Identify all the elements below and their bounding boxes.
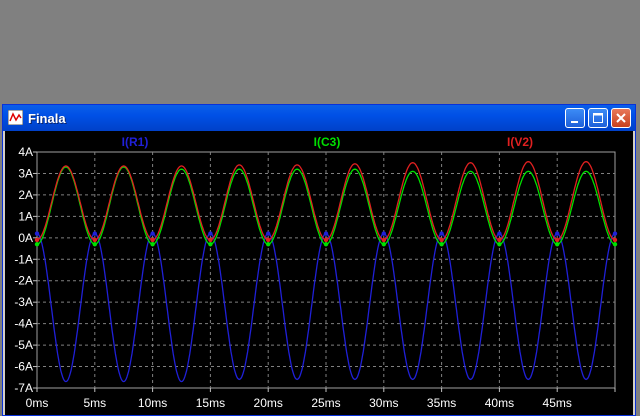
- data-point: [381, 237, 386, 243]
- x-tick-label: 25ms: [311, 396, 340, 410]
- data-point: [381, 242, 386, 247]
- data-point: [150, 242, 155, 247]
- x-tick-label: 15ms: [196, 396, 225, 410]
- legend-label[interactable]: I(V2): [507, 135, 533, 149]
- maximize-icon: [593, 113, 603, 123]
- data-point: [497, 237, 502, 243]
- y-tick-label: -7A: [14, 381, 33, 395]
- y-tick-label: -6A: [14, 360, 33, 374]
- y-tick-label: -1A: [14, 252, 33, 266]
- data-point: [555, 231, 560, 236]
- window-titlebar[interactable]: Finala: [3, 105, 635, 131]
- y-tick-label: 0A: [18, 231, 33, 245]
- data-point: [439, 242, 444, 247]
- data-point: [34, 231, 40, 236]
- y-tick-label: -4A: [14, 317, 33, 331]
- close-icon: [616, 113, 626, 123]
- legend-label[interactable]: I(R1): [122, 135, 149, 149]
- data-point: [612, 231, 618, 236]
- data-point: [266, 242, 271, 247]
- data-point: [92, 242, 98, 247]
- x-tick-label: 40ms: [485, 396, 514, 410]
- legend-label[interactable]: I(C3): [314, 135, 341, 149]
- data-point: [381, 231, 386, 236]
- y-tick-label: 2A: [18, 188, 33, 202]
- data-point: [612, 242, 618, 247]
- maximize-button[interactable]: [588, 108, 608, 128]
- data-point: [208, 231, 213, 236]
- data-point: [266, 231, 271, 236]
- data-point: [439, 231, 444, 236]
- plot-pane[interactable]: 4A 3A 2A 1A 0A -1A -2A -3A -4A -5A -6A -7A 0ms 5ms 10m…: [5, 131, 633, 415]
- data-point: [150, 237, 155, 243]
- data-point: [497, 242, 502, 247]
- y-tick-label: 1A: [18, 209, 33, 223]
- data-point: [92, 237, 98, 243]
- data-point: [208, 237, 213, 243]
- data-point: [612, 237, 618, 243]
- window-title: Finala: [28, 111, 66, 126]
- waveform-icon: [8, 110, 23, 125]
- y-tick-label: 3A: [18, 166, 33, 180]
- x-tick-label: 5ms: [83, 396, 106, 410]
- y-tick-label: 4A: [18, 145, 33, 159]
- close-button[interactable]: [611, 108, 631, 128]
- data-point: [266, 237, 271, 243]
- x-tick-label: 35ms: [427, 396, 456, 410]
- data-point: [323, 237, 329, 243]
- y-tick-label: -3A: [14, 295, 33, 309]
- x-tick-label: 30ms: [369, 396, 398, 410]
- x-tick-label: 0ms: [26, 396, 49, 410]
- data-point: [439, 237, 444, 243]
- data-point: [323, 242, 329, 247]
- data-point: [150, 231, 155, 236]
- x-tick-label: 45ms: [543, 396, 572, 410]
- data-point: [34, 237, 40, 243]
- x-tick-label: 20ms: [254, 396, 283, 410]
- data-point: [34, 242, 40, 247]
- x-tick-label: 10ms: [138, 396, 167, 410]
- y-tick-label: -2A: [14, 274, 33, 288]
- waveform-chart[interactable]: 4A 3A 2A 1A 0A -1A -2A -3A -4A -5A -6A -7A0ms 5ms 10m…: [5, 131, 633, 415]
- minimize-icon: [571, 121, 578, 123]
- minimize-button[interactable]: [565, 108, 585, 128]
- plot-window: Finala 4A 3A 2A 1A 0A -1A -2A -3A -4A -5A -6A -7A 0m…: [2, 104, 636, 416]
- data-point: [555, 242, 560, 247]
- data-point: [92, 231, 98, 236]
- data-point: [208, 242, 213, 247]
- y-tick-label: -5A: [14, 338, 33, 352]
- data-point: [497, 231, 502, 236]
- data-point: [555, 237, 560, 243]
- data-point: [323, 231, 329, 236]
